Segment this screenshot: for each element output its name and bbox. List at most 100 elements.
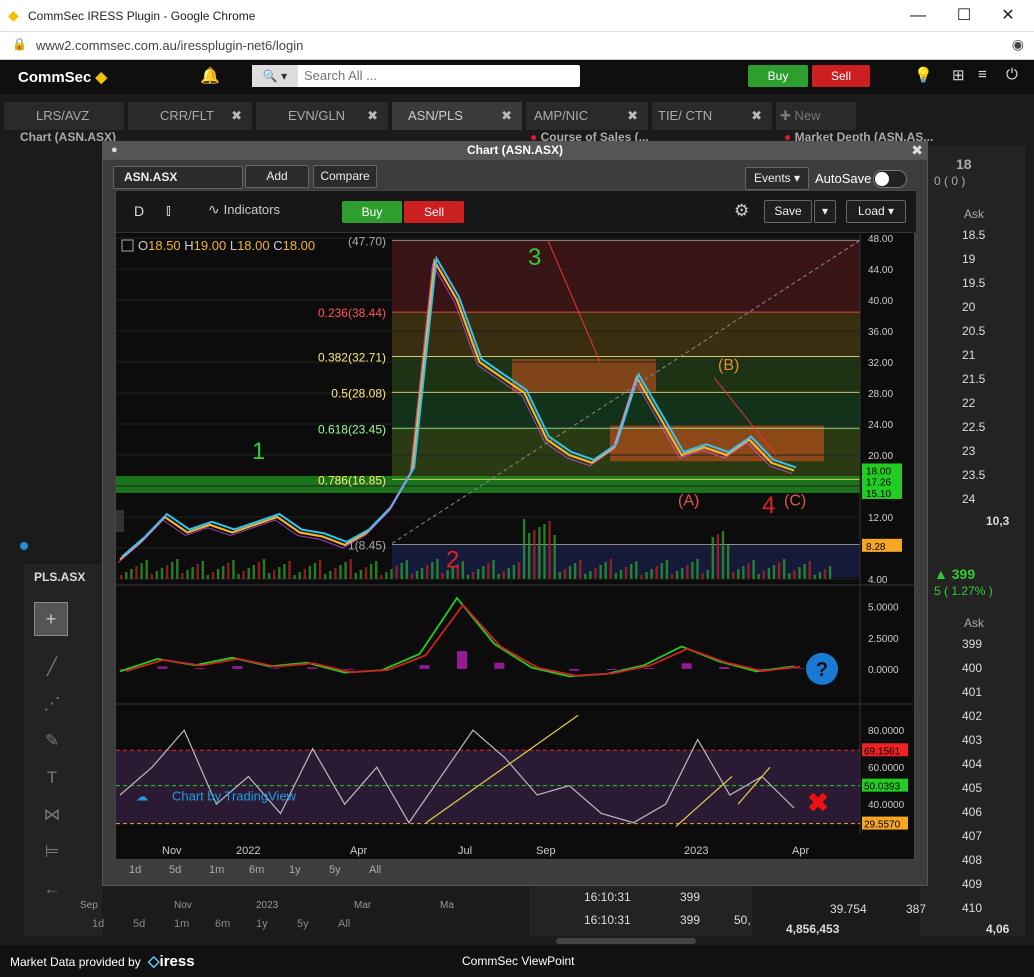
close-window-button[interactable]: ✕ xyxy=(988,4,1028,28)
y-tick-label: 40.00 xyxy=(868,296,893,307)
add-button[interactable]: Add xyxy=(245,165,309,188)
settings-gear-icon[interactable]: ⚙ xyxy=(734,201,749,221)
chart-sell-button[interactable]: Sell xyxy=(404,201,464,223)
close-icon[interactable]: ✖ xyxy=(501,102,512,130)
ask-price: 406 xyxy=(962,805,983,819)
close-chart-window-button[interactable]: ✖ xyxy=(911,142,923,159)
volume-bar xyxy=(507,568,510,579)
y-tick-label: 48.00 xyxy=(868,234,893,245)
ask-price: 24 xyxy=(962,492,976,506)
volume-bar xyxy=(568,566,572,579)
volume-bar xyxy=(278,567,281,579)
save-button[interactable]: Save xyxy=(764,200,812,223)
url-text[interactable]: www2.commsec.com.au/iressplugin-net6/log… xyxy=(36,38,303,53)
volume-bar xyxy=(293,575,296,579)
volume-bar xyxy=(349,559,352,579)
rsi-level-label: 29.5570 xyxy=(864,820,901,831)
period-button[interactable]: 1y xyxy=(289,864,301,876)
period-button[interactable]: 1m xyxy=(209,864,224,876)
close-icon[interactable]: ✖ xyxy=(367,102,378,130)
crosshair-tool-icon[interactable]: + xyxy=(34,602,68,636)
period-button[interactable]: 1m xyxy=(174,918,189,930)
drawing-tools[interactable]: ╱ ⋰ ✎ T ⋈ ⊨ ← xyxy=(40,648,64,907)
period-button[interactable]: All xyxy=(369,864,381,876)
period-button[interactable]: 1d xyxy=(129,864,141,876)
close-icon[interactable]: ✖ xyxy=(231,102,242,130)
tab-crr-flt[interactable]: CRR/FLT ✖ xyxy=(128,102,252,130)
depth-total: 10,3 xyxy=(986,514,1010,528)
scrollbar[interactable] xyxy=(556,938,696,944)
save-menu-dropdown[interactable]: ▾ xyxy=(814,200,836,223)
volume-bar xyxy=(517,562,521,579)
chart-buy-button[interactable]: Buy xyxy=(342,201,402,223)
y-tick-label: 20.00 xyxy=(868,451,893,462)
tab-asn-pls[interactable]: ASN/PLS ✖ xyxy=(392,102,522,130)
symbol-input[interactable]: ASN.ASX xyxy=(113,166,243,189)
workspace-tabs: LRS/AVZ CRR/FLT ✖ EVN/GLN ✖ ASN/PLS ✖ AMP/N… xyxy=(0,100,1034,130)
tab-new[interactable]: ✚ New xyxy=(776,102,856,130)
x-tick-label: Sep xyxy=(536,845,556,857)
power-icon[interactable]: ⏻ xyxy=(1006,66,1018,83)
add-icon[interactable]: ⊞ xyxy=(952,66,965,84)
period-button[interactable]: 5y xyxy=(297,918,309,930)
chart-canvas[interactable]: 4.008.0012.0016.0020.0024.0028.0032.0036… xyxy=(116,234,914,860)
fib-label: (47.70) xyxy=(348,234,386,248)
volume-bar xyxy=(273,570,276,579)
period-button[interactable]: 6m xyxy=(249,864,264,876)
interval-button[interactable]: D xyxy=(134,203,144,219)
sell-button[interactable]: Sell xyxy=(812,65,870,87)
tab-amp-nic[interactable]: AMP/NIC ✖ xyxy=(526,102,648,130)
period-button[interactable]: 5d xyxy=(169,864,181,876)
period-button[interactable]: All xyxy=(338,918,350,930)
tab-lrs-avz[interactable]: LRS/AVZ xyxy=(4,102,124,130)
volume-bar xyxy=(375,561,378,579)
wave-label: 2 xyxy=(446,546,459,573)
volume-bar xyxy=(186,570,189,579)
period-button[interactable]: 6m xyxy=(215,918,230,930)
search-box[interactable]: 🔍 ▾ xyxy=(252,65,580,87)
x-tick-label: Apr xyxy=(350,845,367,857)
address-bar[interactable]: 🔒 www2.commsec.com.au/iressplugin-net6/l… xyxy=(0,32,1034,60)
volume-bar xyxy=(803,564,806,579)
volume-bar xyxy=(242,571,245,579)
macd-histogram-bar xyxy=(194,667,205,669)
volume-bar xyxy=(171,562,174,579)
y-tick-label: 40.0000 xyxy=(868,800,905,811)
close-icon[interactable]: ✖ xyxy=(627,102,638,130)
period-button[interactable]: 1y xyxy=(256,918,268,930)
menu-icon[interactable]: ≡ xyxy=(978,66,987,83)
autosave-toggle[interactable] xyxy=(873,170,907,188)
close-icon[interactable]: ✖ xyxy=(751,102,762,130)
maximize-button[interactable]: ☐ xyxy=(944,4,984,28)
minimize-button[interactable]: — xyxy=(898,4,938,28)
depth-price-2: ▲ 399 xyxy=(934,566,976,582)
volume-bar xyxy=(191,567,194,579)
period-button[interactable]: 1d xyxy=(92,918,104,930)
period-button[interactable]: 5y xyxy=(329,864,341,876)
volume-bar xyxy=(543,524,546,579)
volume-bar xyxy=(313,563,317,579)
depth-change: 0 ( 0 ) xyxy=(934,174,966,188)
events-dropdown[interactable]: Events ▾ xyxy=(745,167,809,190)
volume-bar xyxy=(670,574,674,579)
volume-bar xyxy=(461,561,465,579)
eye-icon[interactable]: ◉ xyxy=(1012,36,1024,53)
lightbulb-icon[interactable]: 💡 xyxy=(914,66,933,84)
volume-bar xyxy=(538,527,541,579)
candles-icon[interactable]: ⫾ xyxy=(166,202,171,219)
compare-button[interactable]: Compare xyxy=(313,165,377,188)
indicators-button[interactable]: ∿ Indicators xyxy=(208,201,280,218)
search-icon[interactable]: 🔍 ▾ xyxy=(252,65,298,87)
buy-button[interactable]: Buy xyxy=(748,65,808,87)
tab-tie-ctn[interactable]: TIE/ CTN ✖ xyxy=(652,102,772,130)
tab-evn-gln[interactable]: EVN/GLN ✖ xyxy=(256,102,388,130)
bell-icon[interactable]: 🔔 xyxy=(200,66,220,86)
load-dropdown[interactable]: Load ▾ xyxy=(846,200,906,223)
macd-histogram-bar xyxy=(232,666,243,669)
volume-bar xyxy=(308,566,312,579)
ask-header-2: Ask xyxy=(964,616,985,630)
volume-bar xyxy=(390,569,393,579)
ask-price: 402 xyxy=(962,709,983,723)
search-input[interactable] xyxy=(304,68,564,83)
period-button[interactable]: 5d xyxy=(133,918,145,930)
